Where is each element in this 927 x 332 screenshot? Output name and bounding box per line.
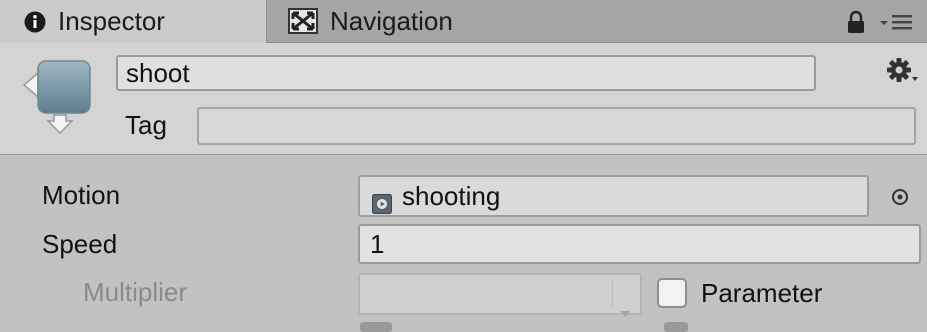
parameter-checkbox[interactable] (657, 278, 687, 308)
multiplier-label: Multiplier (83, 277, 188, 307)
motion-value: shooting (402, 181, 501, 211)
info-icon (24, 11, 46, 33)
navigation-icon (288, 8, 318, 34)
multiplier-dropdown (358, 273, 642, 317)
state-name-field[interactable]: shoot (116, 55, 816, 91)
partial-checkbox-2 (664, 322, 688, 332)
speed-field[interactable]: 1 (358, 224, 921, 264)
tag-field[interactable] (197, 107, 916, 145)
animation-clip-icon (372, 187, 392, 223)
motion-field[interactable]: shooting (358, 175, 869, 217)
parameter-label: Parameter (701, 278, 823, 308)
chevron-down-icon (619, 291, 631, 327)
gear-icon[interactable] (887, 57, 919, 92)
object-picker-icon[interactable] (890, 187, 910, 212)
tag-label: Tag (125, 110, 167, 140)
dropdown-divider (612, 281, 613, 307)
tab-inspector[interactable]: Inspector (0, 0, 267, 43)
lock-icon[interactable] (846, 10, 866, 39)
state-icon (18, 57, 100, 142)
partial-checkbox (360, 322, 392, 332)
tab-navigation-label: Navigation (330, 5, 453, 36)
tab-bar: Inspector Navigation (0, 0, 927, 43)
speed-label: Speed (42, 229, 118, 259)
menu-icon[interactable] (879, 12, 915, 37)
state-header: shoot Tag (0, 43, 927, 155)
motion-label: Motion (42, 180, 121, 210)
tab-navigation[interactable]: Navigation (268, 0, 568, 42)
tab-inspector-label: Inspector (58, 6, 165, 36)
